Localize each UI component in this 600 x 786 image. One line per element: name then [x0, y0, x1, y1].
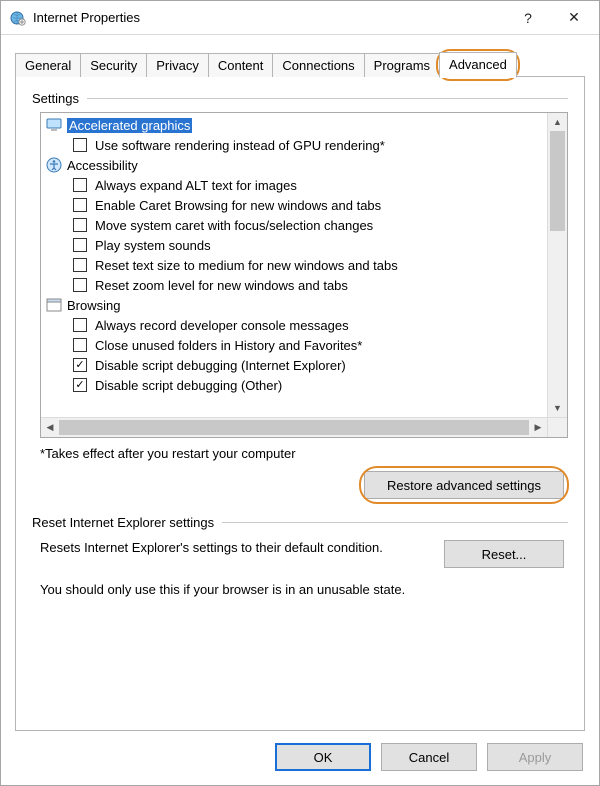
titlebar: Internet Properties ? ✕ [1, 1, 599, 35]
accessibility-icon [45, 157, 63, 173]
ok-button[interactable]: OK [275, 743, 371, 771]
checkbox[interactable] [73, 178, 87, 192]
settings-tree: Accelerated graphics Use software renderi… [40, 112, 568, 438]
tab-privacy[interactable]: Privacy [146, 53, 209, 77]
tree-option[interactable]: Enable Caret Browsing for new windows an… [41, 195, 547, 215]
checkbox[interactable]: ✓ [73, 358, 87, 372]
checkbox[interactable] [73, 318, 87, 332]
tree-option-label: Play system sounds [95, 238, 211, 253]
tree-option[interactable]: Reset text size to medium for new window… [41, 255, 547, 275]
tree-option[interactable]: Use software rendering instead of GPU re… [41, 135, 547, 155]
vertical-scrollbar[interactable]: ▲ ▼ [547, 113, 567, 417]
tree-option[interactable]: Reset zoom level for new windows and tab… [41, 275, 547, 295]
tree-option[interactable]: Always expand ALT text for images [41, 175, 547, 195]
checkbox[interactable] [73, 218, 87, 232]
checkbox[interactable]: ✓ [73, 378, 87, 392]
horizontal-scrollbar[interactable]: ◀ ▶ [41, 417, 547, 437]
apply-button[interactable]: Apply [487, 743, 583, 771]
tab-strip: General Security Privacy Content Connect… [15, 47, 585, 77]
checkbox[interactable] [73, 338, 87, 352]
tree-option-label: Use software rendering instead of GPU re… [95, 138, 385, 153]
internet-properties-dialog: Internet Properties ? ✕ General Security… [0, 0, 600, 786]
checkbox[interactable] [73, 138, 87, 152]
tree-category[interactable]: Accessibility [41, 155, 547, 175]
restore-row: Restore advanced settings [32, 471, 564, 499]
settings-group-label: Settings [32, 91, 79, 106]
tree-option-label: Reset zoom level for new windows and tab… [95, 278, 348, 293]
checkbox[interactable] [73, 238, 87, 252]
window-icon [45, 297, 63, 313]
reset-group-header: Reset Internet Explorer settings [32, 515, 568, 530]
reset-row: Resets Internet Explorer's settings to t… [40, 540, 564, 568]
tree-option-label: Disable script debugging (Internet Explo… [95, 358, 346, 373]
vertical-scroll-thumb[interactable] [550, 131, 565, 231]
tab-general[interactable]: General [15, 53, 81, 77]
tree-option-label: Enable Caret Browsing for new windows an… [95, 198, 381, 213]
settings-tree-viewport[interactable]: Accelerated graphics Use software renderi… [41, 113, 547, 417]
tab-connections[interactable]: Connections [272, 53, 364, 77]
scroll-up-arrow[interactable]: ▲ [548, 113, 567, 131]
advanced-tab-panel: Settings Accelerated graphics Use softwar… [15, 76, 585, 731]
tree-option-label: Reset text size to medium for new window… [95, 258, 398, 273]
dialog-content: General Security Privacy Content Connect… [1, 35, 599, 731]
scroll-left-arrow[interactable]: ◀ [41, 418, 59, 437]
scroll-corner [547, 417, 567, 437]
checkbox[interactable] [73, 278, 87, 292]
tree-option[interactable]: Play system sounds [41, 235, 547, 255]
restore-advanced-settings-button[interactable]: Restore advanced settings [364, 471, 564, 499]
tab-advanced[interactable]: Advanced [439, 52, 517, 78]
tree-option[interactable]: Close unused folders in History and Favo… [41, 335, 547, 355]
scroll-right-arrow[interactable]: ▶ [529, 418, 547, 437]
horizontal-scroll-thumb[interactable] [59, 420, 529, 435]
scroll-down-arrow[interactable]: ▼ [548, 399, 567, 417]
close-button[interactable]: ✕ [551, 2, 597, 34]
tab-security[interactable]: Security [80, 53, 147, 77]
checkbox[interactable] [73, 258, 87, 272]
internet-options-icon [9, 9, 27, 27]
checkbox[interactable] [73, 198, 87, 212]
tree-option-label: Move system caret with focus/selection c… [95, 218, 373, 233]
tree-category-label: Accelerated graphics [67, 118, 192, 133]
tree-option[interactable]: Always record developer console messages [41, 315, 547, 335]
settings-group-header: Settings [32, 91, 568, 106]
reset-button[interactable]: Reset... [444, 540, 564, 568]
tree-option-label: Always record developer console messages [95, 318, 349, 333]
tree-option-label: Always expand ALT text for images [95, 178, 297, 193]
tree-option[interactable]: Move system caret with focus/selection c… [41, 215, 547, 235]
tree-category-label: Browsing [67, 298, 120, 313]
tree-option-label: Close unused folders in History and Favo… [95, 338, 362, 353]
divider [222, 522, 568, 523]
reset-group-label: Reset Internet Explorer settings [32, 515, 214, 530]
tree-category-label: Accessibility [67, 158, 138, 173]
tree-category[interactable]: Browsing [41, 295, 547, 315]
restart-note: *Takes effect after you restart your com… [40, 446, 568, 461]
cancel-button[interactable]: Cancel [381, 743, 477, 771]
tab-content[interactable]: Content [208, 53, 274, 77]
reset-warning: You should only use this if your browser… [40, 582, 560, 597]
tree-category[interactable]: Accelerated graphics [41, 115, 547, 135]
reset-description: Resets Internet Explorer's settings to t… [40, 540, 428, 555]
tree-option-label: Disable script debugging (Other) [95, 378, 282, 393]
monitor-icon [45, 117, 63, 133]
divider [87, 98, 568, 99]
tab-programs[interactable]: Programs [364, 53, 440, 77]
dialog-footer: OK Cancel Apply [1, 731, 599, 785]
tree-option[interactable]: ✓ Disable script debugging (Other) [41, 375, 547, 395]
window-title: Internet Properties [33, 10, 505, 25]
tree-option[interactable]: ✓ Disable script debugging (Internet Expl… [41, 355, 547, 375]
help-button[interactable]: ? [505, 2, 551, 34]
